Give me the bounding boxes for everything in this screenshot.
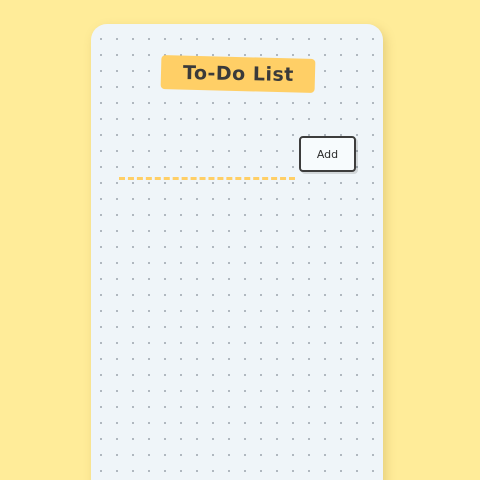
title-tag: To-Do List [160,54,316,94]
add-task-button[interactable]: Add [299,136,356,172]
todo-card: To-Do List Add [91,24,383,480]
new-task-input[interactable] [119,155,295,180]
page-title: To-Do List [182,62,294,86]
page-background: To-Do List Add [0,0,480,480]
